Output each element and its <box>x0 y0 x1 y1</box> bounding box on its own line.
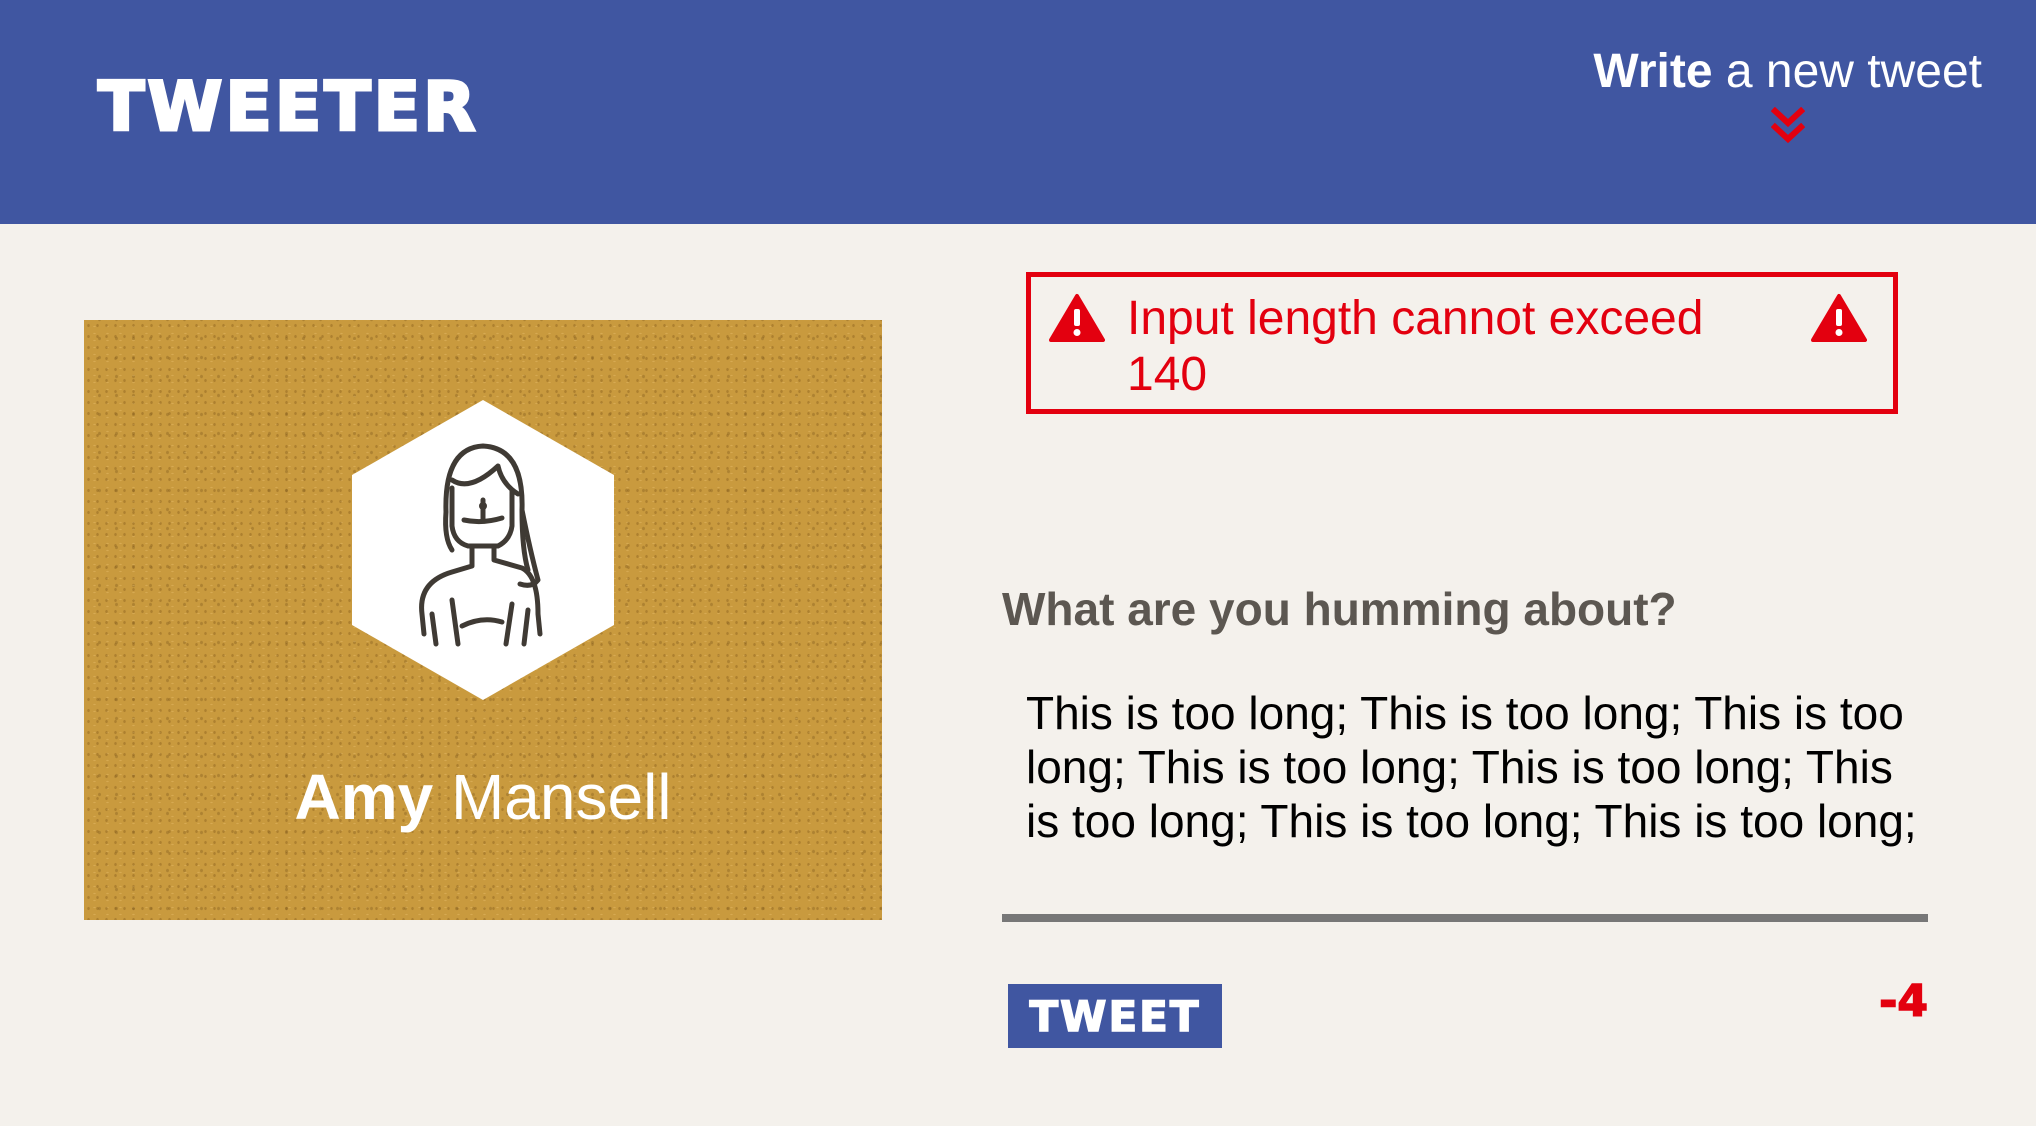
tweet-prompt-label: What are you humming about? <box>1002 583 1677 635</box>
character-counter: -4 <box>1878 975 1928 1028</box>
tweet-button[interactable]: TWEET <box>1008 984 1222 1048</box>
brand-logo[interactable]: TWEETER <box>97 67 479 149</box>
profile-card: Amy Mansell <box>84 320 882 920</box>
error-message-text: Input length cannot exceed 140 <box>1127 292 1704 401</box>
profile-name: Amy Mansell <box>84 760 882 834</box>
warning-triangle-icon <box>1049 293 1105 348</box>
woman-avatar-icon <box>352 400 614 700</box>
warning-triangle-icon <box>1811 293 1867 348</box>
write-new-tweet-label-rest: a new tweet <box>1712 45 1982 98</box>
tweet-text-input[interactable]: This is too long; This is too long; This… <box>1002 686 1928 922</box>
error-message-box: Input length cannot exceed 140 <box>1026 272 1898 414</box>
double-chevron-down-icon[interactable] <box>1770 106 1805 152</box>
profile-last-name: Mansell <box>433 761 672 833</box>
write-new-tweet-label-bold: Write <box>1593 45 1713 98</box>
navbar: TWEETER Write a new tweet <box>0 0 2036 224</box>
write-new-tweet-label[interactable]: Write a new tweet <box>1593 44 1982 99</box>
profile-first-name: Amy <box>294 761 434 833</box>
write-new-tweet-toggle[interactable]: Write a new tweet <box>1593 44 1982 152</box>
